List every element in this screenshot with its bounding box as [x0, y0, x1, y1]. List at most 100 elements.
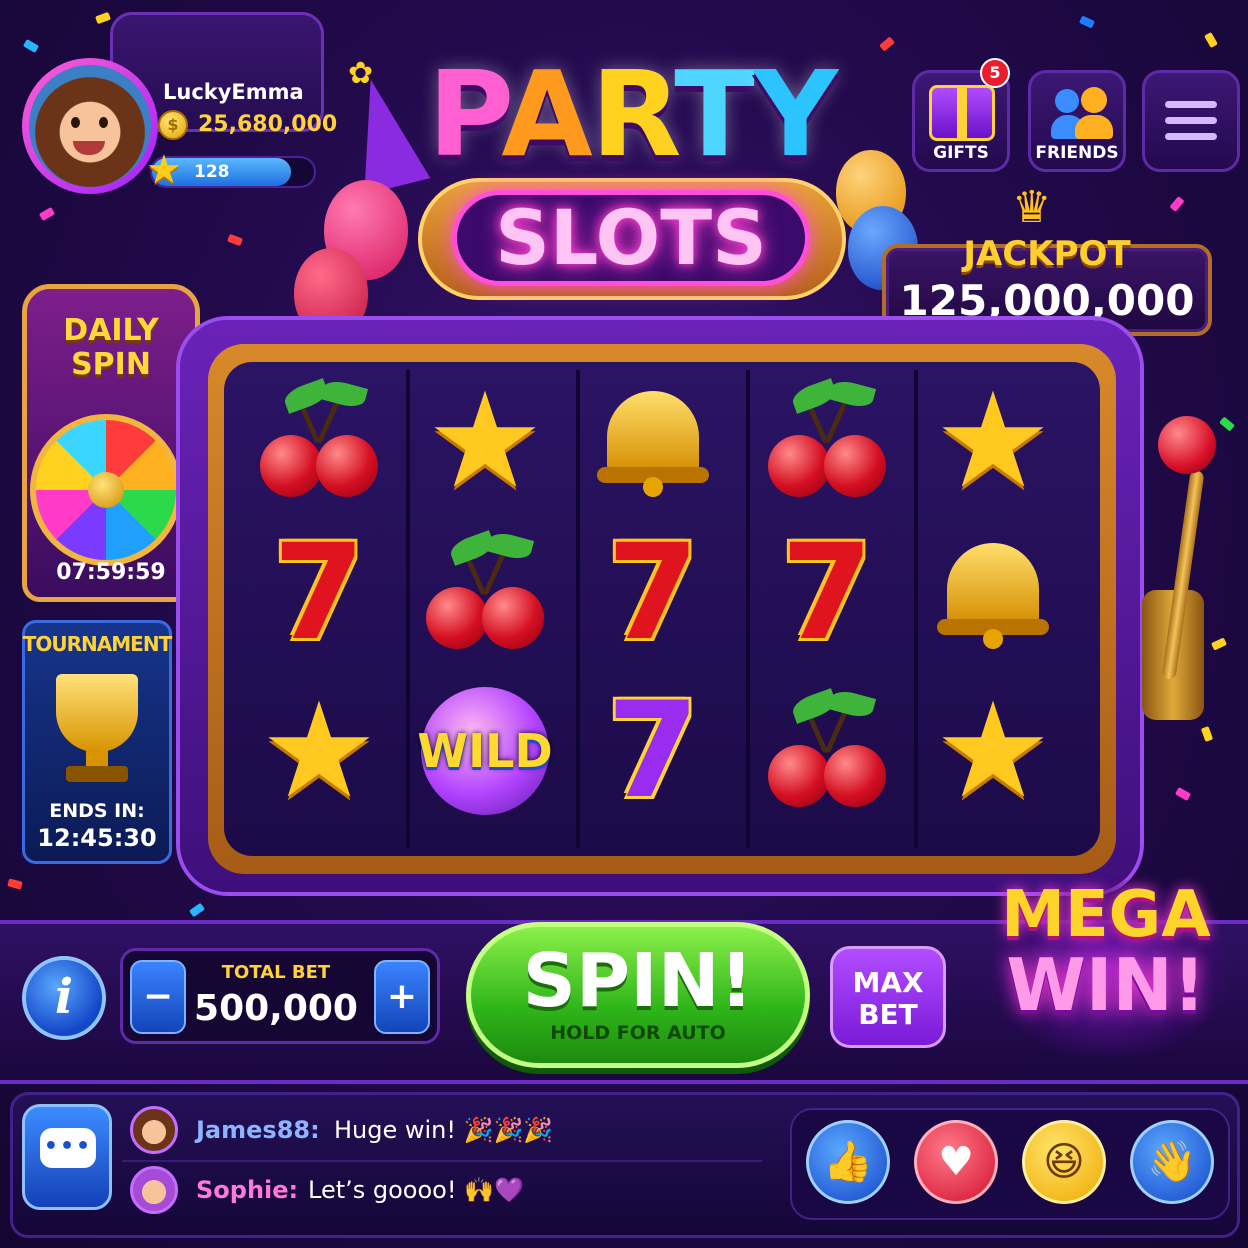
avatar-eye	[99, 117, 108, 128]
logo-party-text: PARTY	[392, 44, 872, 184]
coin-balance: 25,680,000	[198, 112, 338, 137]
wild-disco-ball-icon: WILD	[410, 686, 560, 816]
cherry-icon	[752, 376, 902, 506]
star-glyph: ★	[933, 364, 1053, 518]
menu-line	[1165, 117, 1217, 124]
menu-line	[1165, 133, 1217, 140]
star-icon: ★	[410, 364, 560, 518]
waving-hand-icon[interactable]: 👋	[1130, 1120, 1214, 1204]
friends-icon	[1051, 83, 1113, 143]
avatar-mouth	[73, 141, 105, 155]
red-seven-icon: 7	[578, 527, 728, 659]
info-button[interactable]: i	[22, 956, 106, 1040]
trophy-icon	[56, 674, 138, 752]
chat-username: James88:	[196, 1116, 320, 1144]
chat-username: Sophie:	[196, 1176, 299, 1204]
star-glyph: ★	[259, 674, 379, 828]
player-level: 128	[194, 162, 230, 182]
daily-spin-title-text: DAILY SPIN	[63, 313, 159, 382]
friend-head	[1081, 87, 1107, 113]
menu-button[interactable]	[1142, 70, 1240, 172]
decrease-bet-button[interactable]: −	[130, 960, 186, 1034]
friend-body	[1075, 115, 1113, 139]
total-bet-label: TOTAL BET	[221, 962, 331, 983]
cherry-cherry	[482, 587, 544, 649]
max-bet-button[interactable]: MAX BET	[830, 946, 946, 1048]
jackpot-label: JACKPOT	[963, 234, 1131, 274]
confetti	[1200, 726, 1214, 742]
increase-bet-button[interactable]: +	[374, 960, 430, 1034]
confetti	[1204, 31, 1218, 49]
cherry-shape	[254, 377, 384, 501]
tournament-title: TOURNAMENT	[22, 632, 172, 656]
seven-glyph: 7	[273, 516, 365, 670]
logo-letter: T	[674, 45, 754, 183]
avatar-face	[29, 65, 151, 187]
chat-avatar	[130, 1106, 178, 1154]
bell-clapper	[983, 629, 1003, 649]
avatar-eye	[71, 117, 80, 128]
logo-letter: A	[501, 45, 592, 183]
bell-clapper	[643, 477, 663, 497]
chat-avatar	[130, 1166, 178, 1214]
bell-icon	[578, 376, 728, 506]
tournament-countdown: 12:45:30	[37, 824, 157, 852]
wheel-hub	[88, 472, 124, 508]
star-glyph: ★	[425, 364, 545, 518]
seven-glyph: 7	[607, 674, 699, 828]
chat-message: James88: Huge win! 🎉🎉🎉	[122, 1100, 762, 1158]
red-seven-icon: 7	[244, 516, 394, 670]
cherry-cherry	[768, 435, 830, 497]
chat-bubble-dots: •••	[43, 1134, 93, 1159]
friends-button[interactable]: FRIENDS	[1028, 70, 1126, 172]
party-hat-star-icon: ✿	[348, 56, 374, 91]
bell-icon	[918, 528, 1068, 658]
star-icon: ★	[918, 364, 1068, 518]
mega-win-banner: MEGA WIN!	[970, 880, 1242, 1027]
confetti	[1078, 15, 1096, 29]
confetti	[227, 233, 243, 247]
avatar[interactable]	[22, 58, 158, 194]
friend-head	[1055, 89, 1079, 113]
bell-shape	[933, 533, 1053, 653]
spin-hold-hint: HOLD FOR AUTO	[550, 1022, 726, 1044]
crown-icon: ♛	[1012, 182, 1052, 233]
cherry-cherry	[316, 435, 378, 497]
tournament-ends-label: ENDS IN:	[49, 800, 145, 822]
logo-letter: Y	[752, 45, 838, 183]
mega-win-line2: WIN!	[1006, 943, 1206, 1027]
chat-message: Sophie: Let’s goooo! 🙌💜	[122, 1160, 762, 1218]
cherry-cherry	[824, 745, 886, 807]
cherry-cherry	[426, 587, 488, 649]
gifts-count-badge: 5	[980, 58, 1010, 88]
logo-letter: P	[427, 45, 504, 183]
menu-icon	[1165, 101, 1217, 140]
thumbs-up-icon[interactable]: 👍	[806, 1120, 890, 1204]
bell-shape	[593, 381, 713, 501]
heart-icon[interactable]: ♥	[914, 1120, 998, 1204]
cherry-leaf	[827, 377, 877, 411]
laughing-face-icon[interactable]: 😆	[1022, 1120, 1106, 1204]
chat-text: Let’s goooo! 🙌💜	[308, 1176, 524, 1204]
spin-label: SPIN!	[522, 938, 754, 1024]
jackpot-value: 125,000,000	[899, 276, 1195, 325]
cherry-leaf	[319, 377, 369, 411]
friends-label: FRIENDS	[1035, 143, 1119, 163]
cherry-icon	[410, 528, 560, 658]
cherry-shape	[420, 529, 550, 653]
logo-slots-text: SLOTS	[495, 193, 767, 282]
max-bet-label: MAX BET	[852, 966, 924, 1031]
total-bet-value: 500,000	[194, 988, 358, 1029]
daily-spin-title: DAILY SPIN	[22, 314, 200, 382]
confetti	[879, 36, 895, 52]
gifts-label: GIFTS	[933, 143, 989, 163]
daily-spin-timer: 07:59:59	[56, 560, 166, 585]
level-star-icon: ★	[146, 147, 182, 193]
cherry-cherry	[260, 435, 322, 497]
confetti	[95, 11, 111, 25]
cherry-icon	[244, 376, 394, 506]
cherry-icon	[752, 686, 902, 816]
lever-knob[interactable]	[1158, 416, 1216, 474]
confetti	[1169, 196, 1185, 212]
gift-ribbon	[957, 85, 967, 141]
